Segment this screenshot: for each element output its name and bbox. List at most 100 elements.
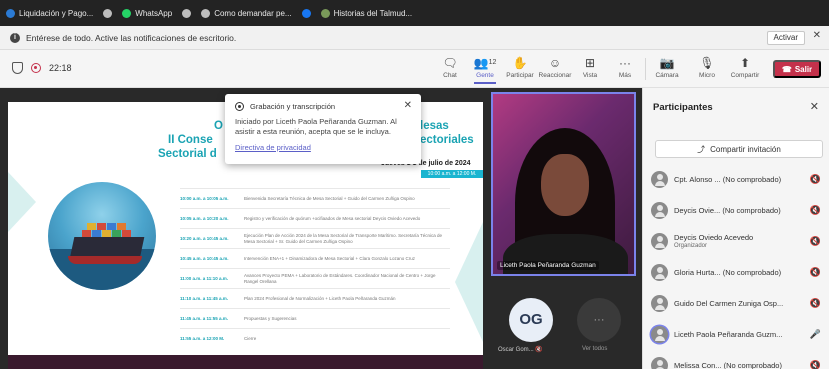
recording-icon <box>235 102 244 111</box>
popup-title: Grabación y transcripción <box>250 102 336 111</box>
agenda-desc: Ejecución Plan de Acción 2024 de la Mesa… <box>244 233 443 244</box>
bookmark-item[interactable] <box>103 8 113 18</box>
agenda-desc: Registro y verificación de quórum +ocifi… <box>244 215 421 221</box>
mic-off-icon: 🔇 <box>809 298 821 308</box>
agenda-row: 10:20 a.m. a 10:45 a.m. Ejecución Plan de… <box>180 228 450 248</box>
more-participants-button[interactable]: ··· <box>577 298 621 342</box>
view-button[interactable]: ⊞ Vista <box>573 55 607 79</box>
leave-button[interactable]: ☎ Salir <box>773 60 821 78</box>
bookmark-icon <box>122 8 132 18</box>
activate-notifications-button[interactable]: Activar <box>766 31 805 45</box>
more-button[interactable]: ··· Más <box>608 55 642 79</box>
raise-label: Participar <box>506 72 534 79</box>
hand-icon: ✋ <box>512 56 528 70</box>
bookmark-icon <box>301 8 311 18</box>
agenda-time: 11:45 a.m. a 11:55 a.m. <box>180 316 229 321</box>
bookmark-label: Historias del Talmud... <box>333 8 413 18</box>
slide-title-3: Sectorial d <box>158 148 217 160</box>
panel-title: Participantes <box>653 102 713 113</box>
mic-label: Micro <box>699 72 715 79</box>
participant-name: Liceth Paola Peñaranda Guzm... <box>674 330 783 339</box>
avatar <box>651 295 668 312</box>
avatar <box>651 171 668 188</box>
close-icon[interactable]: ✕ <box>813 30 821 41</box>
close-icon[interactable]: ✕ <box>404 100 412 111</box>
agenda-time: 11:55 a.m. a 12:00 M. <box>180 336 225 341</box>
chat-button[interactable]: 🗨 Chat <box>433 55 467 79</box>
speaker-name: Liceth Paola Peñaranda Guzman <box>497 261 599 270</box>
agenda-time: 11:00 a.m. a 11:10 a.m. <box>180 276 229 281</box>
agenda-row: 10:00 a.m. a 10:05 a.m. Bienvenida Secret… <box>180 188 450 208</box>
raise-button[interactable]: ✋ Participar <box>503 55 537 79</box>
participant-row[interactable]: Melissa Con... (No comprobado) 🔇 <box>651 350 827 369</box>
teams-meeting-window: Liquidación y Pago... WhatsApp Como demand… <box>0 0 829 369</box>
agenda-row: 11:45 a.m. a 11:55 a.m. Propuestas y Suge… <box>180 308 450 328</box>
bookmark-item[interactable] <box>301 8 311 18</box>
mic-off-icon: 🔇 <box>809 360 821 369</box>
participant-name: Deycis Ovie... (No comprobado) <box>674 206 781 215</box>
participants-panel: Participantes ✕ ⤴ Compartir invitación C… <box>642 88 829 369</box>
slide-title-1: O <box>214 120 223 132</box>
participant-name: Cpt. Alonso ... (No comprobado) <box>674 175 782 184</box>
bookmark-icon <box>201 8 211 18</box>
participant-count: 12 <box>488 59 497 66</box>
more-label: Más <box>618 72 632 79</box>
chat-label: Chat <box>443 72 457 79</box>
slide-title-2: II Conse <box>168 134 213 146</box>
participants-list: Cpt. Alonso ... (No comprobado) 🔇 Deycis O… <box>651 164 827 369</box>
video-tile-speaker[interactable]: Liceth Paola Peñaranda Guzman <box>491 92 636 276</box>
grid-icon: ⊞ <box>584 56 596 70</box>
participant-name: Gloria Hurta... (No comprobado) <box>674 268 782 277</box>
participant-row[interactable]: Guido Del Carmen Zuniga Osp... 🔇 <box>651 288 827 319</box>
agenda-desc: Plan 2024 Profesional de Normalización +… <box>244 295 396 301</box>
more-icon: ··· <box>619 56 631 70</box>
bookmark-icon <box>182 8 192 18</box>
privacy-link[interactable]: Directiva de privacidad <box>235 143 311 152</box>
share-invite-button[interactable]: ⤴ Compartir invitación <box>655 140 823 158</box>
participant-row[interactable]: Gloria Hurta... (No comprobado) 🔇 <box>651 257 827 288</box>
mic-off-icon: 🔇 <box>809 267 821 277</box>
avatar <box>651 357 668 369</box>
shield-icon[interactable] <box>12 62 23 74</box>
notification-bar: i Entérese de todo. Active las notificac… <box>0 26 829 50</box>
slide-decoration <box>8 172 36 232</box>
bookmark-item[interactable]: Liquidación y Pago... <box>6 8 93 18</box>
mic-off-icon: 🔇 <box>809 174 821 184</box>
participant-row[interactable]: Liceth Paola Peñaranda Guzm... 🎤 <box>651 319 827 350</box>
camera-label: Cámara <box>655 72 679 79</box>
camera-button[interactable]: 📷 Cámara <box>650 55 684 79</box>
react-button[interactable]: ☺ Reaccionar <box>538 55 572 79</box>
bookmark-item[interactable] <box>182 8 192 18</box>
mic-button[interactable]: 🎙 Micro <box>690 55 724 79</box>
participant-row[interactable]: Cpt. Alonso ... (No comprobado) 🔇 <box>651 164 827 195</box>
agenda-time: 10:05 a.m. a 10:20 a.m. <box>180 216 229 221</box>
smile-icon: ☺ <box>548 56 562 70</box>
participant-name: Deycis Oviedo Acevedo Organizador <box>674 232 754 249</box>
agenda-time: 10:45 a.m. a 10:45 a.m. <box>180 256 229 261</box>
people-button[interactable]: 👥12 Gente <box>468 55 502 84</box>
agenda-desc: Intervención ENA+1 + Dinamizadora de Mes… <box>244 255 415 261</box>
bookmark-item[interactable]: WhatsApp <box>122 8 173 18</box>
bookmark-item[interactable]: Historias del Talmud... <box>320 8 413 18</box>
share-icon: ⬆ <box>739 56 751 70</box>
slide-title-1b: lesas <box>420 120 449 132</box>
bookmark-icon <box>320 8 330 18</box>
slide-decoration <box>455 222 483 342</box>
bookmark-item[interactable]: Como demandar pe... <box>201 8 292 18</box>
info-icon: i <box>10 32 20 43</box>
bookmark-icon <box>103 8 113 18</box>
share-button[interactable]: ⬆ Compartir <box>728 55 762 79</box>
participant-row[interactable]: Deycis Oviedo Acevedo Organizador 🔇 <box>651 226 827 257</box>
close-icon[interactable]: ✕ <box>810 100 819 113</box>
participant-row[interactable]: Deycis Ovie... (No comprobado) 🔇 <box>651 195 827 226</box>
people-icon: 👥12 <box>473 56 497 70</box>
popup-body: Iniciado por Liceth Paola Peñaranda Guzm… <box>235 117 397 136</box>
mic-off-icon: 🔇 <box>535 347 543 353</box>
agenda-row: 11:00 a.m. a 11:10 a.m. Avances Proyecto … <box>180 268 450 288</box>
avatar[interactable]: OG <box>509 298 553 342</box>
bookmark-label: WhatsApp <box>135 8 173 18</box>
bookmarks-bar: Liquidación y Pago... WhatsApp Como demand… <box>0 0 829 26</box>
toolbar-divider <box>645 58 646 80</box>
meeting-toolbar: 22:18 🗨 Chat 👥12 Gente ✋ Participar ☺ Reacciona… <box>0 50 829 88</box>
agenda-row: 11:10 a.m. a 11:45 a.m. Plan 2024 Profesi… <box>180 288 450 308</box>
